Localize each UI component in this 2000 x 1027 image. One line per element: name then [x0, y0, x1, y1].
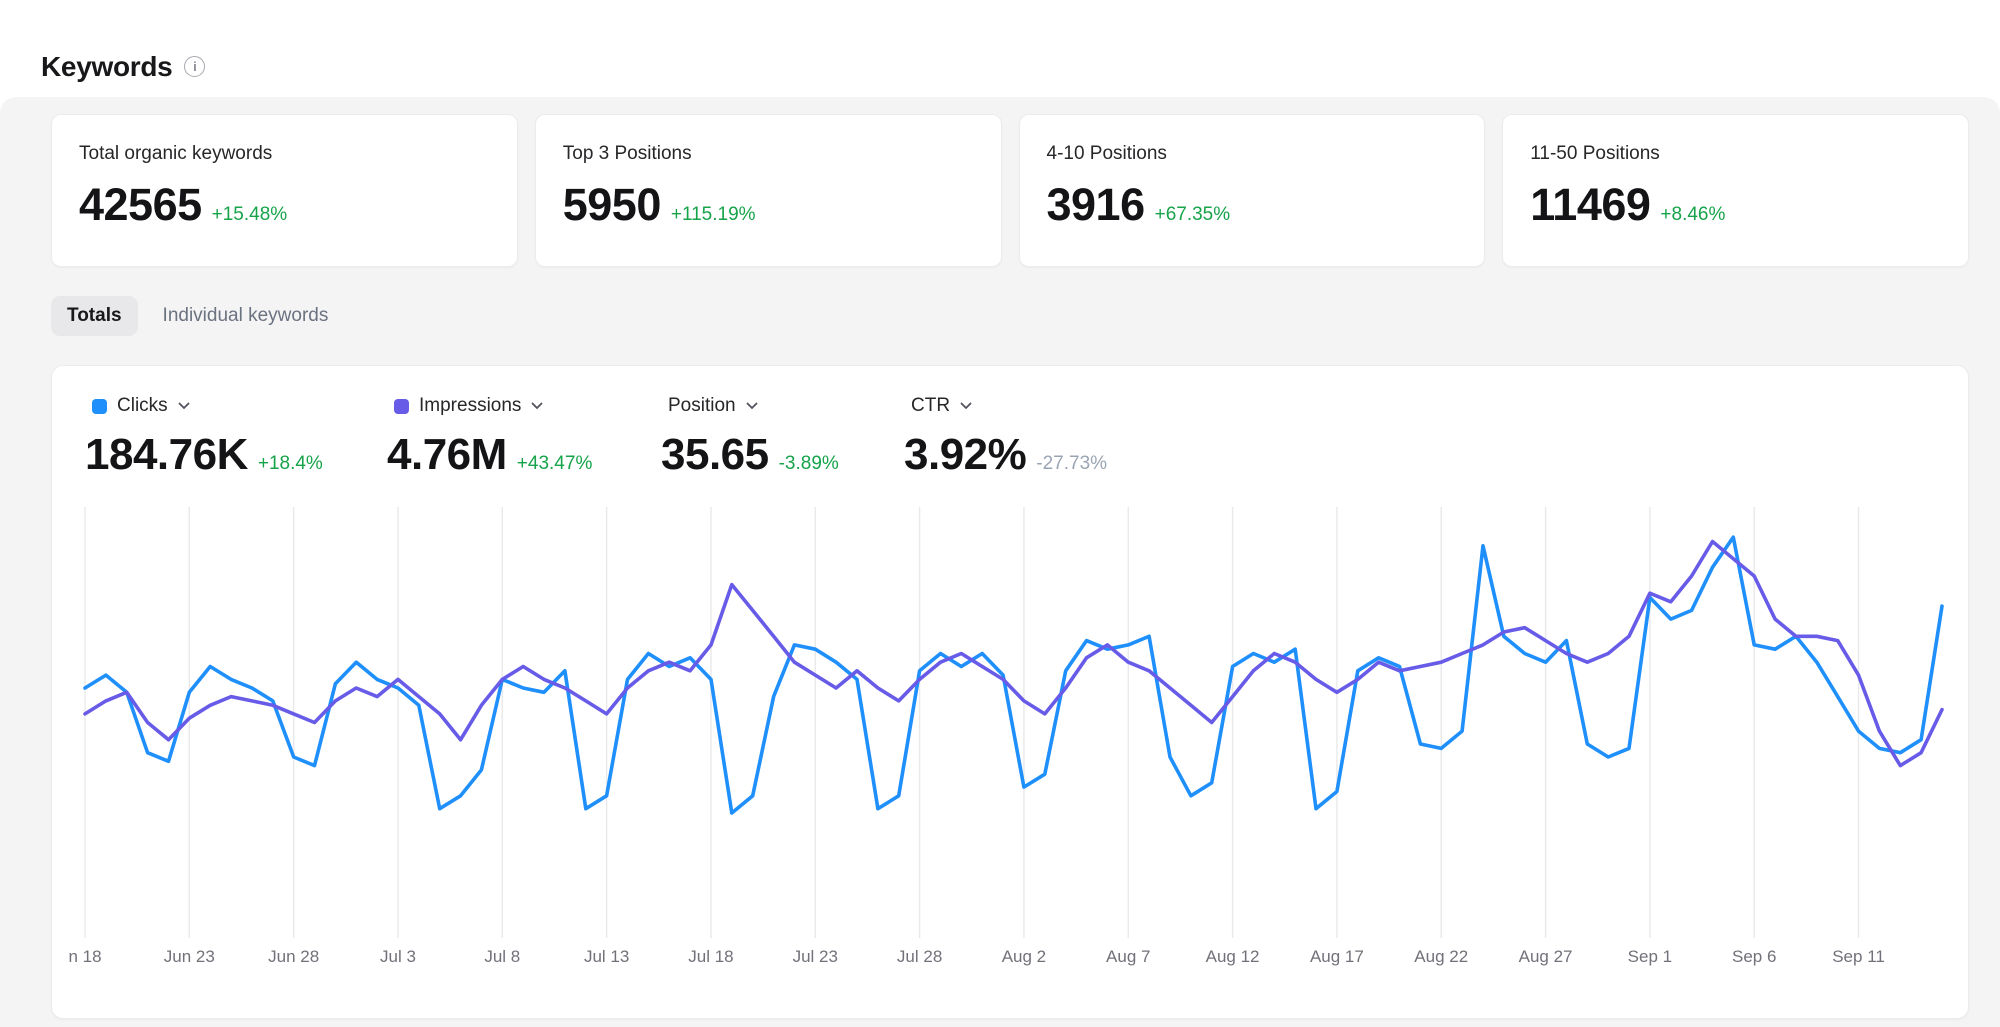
tabs-row: Totals Individual keywords	[51, 294, 1969, 338]
metric-value: 3.92%	[904, 430, 1026, 480]
metric-color-swatch	[394, 399, 409, 414]
x-tick-label: Sep 6	[1732, 947, 1776, 966]
stat-card-delta: +67.35%	[1155, 204, 1231, 226]
metric-name: CTR	[911, 395, 950, 417]
metric-value: 35.65	[661, 430, 769, 480]
chart-area: n 18Jun 23Jun 28Jul 3Jul 8Jul 13Jul 18Ju…	[85, 507, 1940, 969]
x-tick-label: Aug 22	[1414, 947, 1468, 966]
metric-delta: -27.73%	[1036, 453, 1107, 475]
x-tick-label: Jun 23	[164, 947, 215, 966]
x-tick-label: n 18	[68, 947, 101, 966]
metric-value: 184.76K	[85, 430, 248, 480]
stat-card-value: 11469	[1530, 179, 1650, 231]
x-tick-label: Jul 3	[380, 947, 416, 966]
stat-card-delta: +115.19%	[671, 204, 756, 226]
stat-card-label: 11-50 Positions	[1530, 143, 1941, 165]
stat-card: 11-50 Positions 11469 +8.46%	[1502, 114, 1969, 267]
x-tick-label: Sep 1	[1628, 947, 1672, 966]
metric-column: Impressions 4.76M +43.47%	[387, 392, 661, 480]
series-line-clicks	[85, 537, 1942, 813]
metric-delta: +18.4%	[258, 453, 323, 475]
stat-card-label: 4-10 Positions	[1047, 143, 1458, 165]
metric-value: 4.76M	[387, 430, 507, 480]
stat-card: Top 3 Positions 5950 +115.19%	[535, 114, 1002, 267]
info-icon[interactable]: i	[184, 56, 205, 77]
chart-card: Clicks 184.76K +18.4% Impressions 4.76M …	[51, 365, 1969, 1019]
page-header: Keywords i	[0, 0, 2000, 97]
content-panel: Total organic keywords 42565 +15.48% Top…	[0, 97, 2000, 1027]
tab-totals[interactable]: Totals	[51, 296, 138, 336]
stat-card-delta: +8.46%	[1660, 204, 1725, 226]
metric-color-swatch	[92, 399, 107, 414]
metric-column: Clicks 184.76K +18.4%	[85, 392, 387, 480]
stat-card-value: 5950	[563, 179, 661, 231]
stat-card: 4-10 Positions 3916 +67.35%	[1019, 114, 1486, 267]
metric-selector[interactable]: Clicks	[85, 392, 387, 420]
x-tick-label: Jun 28	[268, 947, 319, 966]
stat-card-label: Top 3 Positions	[563, 143, 974, 165]
metric-column: CTR 3.92% -27.73%	[904, 392, 1107, 480]
x-tick-label: Jul 28	[897, 947, 942, 966]
chevron-down-icon	[531, 402, 543, 410]
chevron-down-icon	[746, 402, 758, 410]
line-chart: n 18Jun 23Jun 28Jul 3Jul 8Jul 13Jul 18Ju…	[85, 507, 1942, 969]
metric-selectors-row: Clicks 184.76K +18.4% Impressions 4.76M …	[85, 392, 1940, 480]
x-tick-label: Aug 7	[1106, 947, 1150, 966]
metric-selector[interactable]: CTR	[904, 392, 1107, 420]
chevron-down-icon	[178, 402, 190, 410]
metric-selector[interactable]: Position	[661, 392, 904, 420]
chevron-down-icon	[960, 402, 972, 410]
x-tick-label: Jul 23	[793, 947, 838, 966]
metric-name: Clicks	[117, 395, 168, 417]
stat-card-label: Total organic keywords	[79, 143, 490, 165]
stat-card: Total organic keywords 42565 +15.48%	[51, 114, 518, 267]
x-tick-label: Jul 13	[584, 947, 629, 966]
x-tick-label: Aug 17	[1310, 947, 1364, 966]
metric-selector[interactable]: Impressions	[387, 392, 661, 420]
x-tick-label: Aug 12	[1206, 947, 1260, 966]
tab-individual-keywords[interactable]: Individual keywords	[163, 305, 329, 327]
metric-delta: -3.89%	[779, 453, 839, 475]
metric-delta: +43.47%	[517, 453, 593, 475]
stat-cards-row: Total organic keywords 42565 +15.48% Top…	[51, 114, 1969, 267]
page-title: Keywords	[41, 51, 172, 83]
x-tick-label: Jul 18	[688, 947, 733, 966]
stat-card-value: 42565	[79, 179, 202, 231]
metric-name: Impressions	[419, 395, 521, 417]
x-tick-label: Aug 2	[1002, 947, 1046, 966]
stat-card-value: 3916	[1047, 179, 1145, 231]
x-tick-label: Aug 27	[1519, 947, 1573, 966]
x-tick-label: Sep 11	[1832, 947, 1885, 966]
stat-card-delta: +15.48%	[212, 204, 288, 226]
metric-column: Position 35.65 -3.89%	[661, 392, 904, 480]
x-tick-label: Jul 8	[484, 947, 520, 966]
metric-name: Position	[668, 395, 736, 417]
